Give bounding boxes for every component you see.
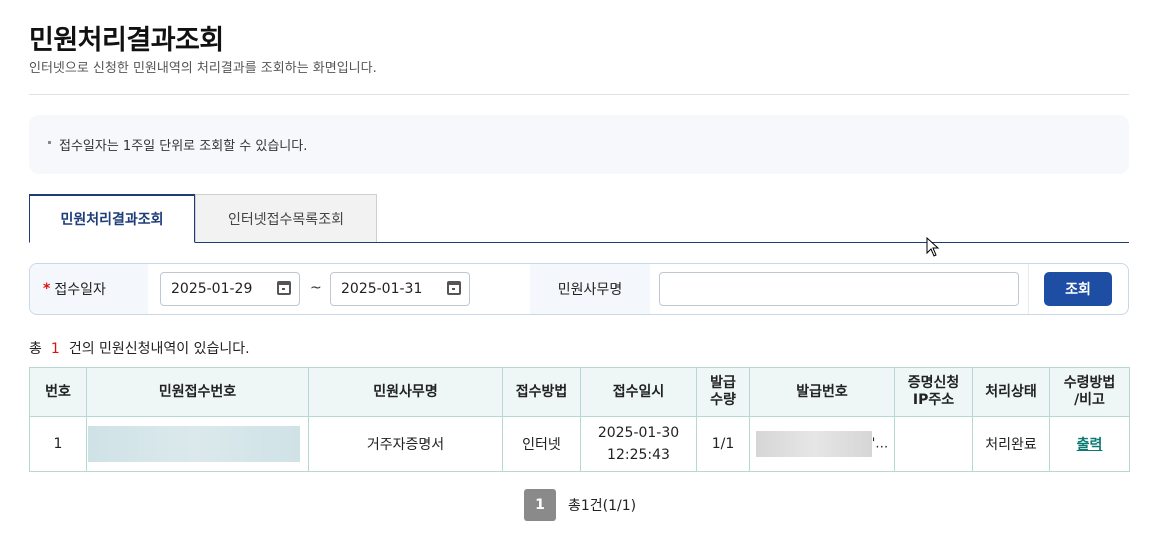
masked-receipt-number [88, 426, 300, 462]
page-description: 인터넷으로 신청한 민원내역의 처리결과를 조회하는 화면입니다. [29, 61, 377, 76]
date-label: * 접수일자 [30, 264, 148, 314]
mouse-cursor-icon [926, 237, 940, 257]
received-time: 12:25:43 [607, 447, 670, 463]
col-received-at: 접수일시 [580, 367, 697, 417]
notice-text: 접수일자는 1주일 단위로 조회할 수 있습니다. [59, 139, 308, 154]
cell-number: 1 [29, 416, 87, 472]
calendar-icon[interactable] [277, 281, 291, 295]
cell-issue-number: '… [749, 416, 895, 472]
cell-action: 출력 [1049, 416, 1130, 472]
col-ip-line1: 증명신청 [907, 375, 960, 391]
cell-method: 인터넷 [502, 416, 581, 472]
date-from-value: 2025-01-29 [171, 281, 253, 297]
required-mark: * [43, 281, 51, 297]
col-office-name: 민원사무명 [308, 367, 503, 417]
col-receipt-number: 민원접수번호 [86, 367, 309, 417]
count-suffix: 건의 민원신청내역이 있습니다. [68, 341, 250, 357]
masked-issue-number [755, 431, 872, 457]
print-link[interactable]: 출력 [1077, 437, 1103, 453]
pagination: 1 총1건(1/1) [524, 489, 636, 521]
cell-office-name: 거주자증명서 [308, 416, 503, 472]
tab-result-inquiry[interactable]: 민원처리결과조회 [29, 194, 195, 243]
calendar-icon[interactable] [447, 281, 461, 295]
col-status: 처리상태 [972, 367, 1050, 417]
issue-number-tail: '… [871, 436, 889, 452]
date-separator: ~ [310, 280, 322, 296]
count-prefix: 총 [29, 341, 42, 357]
col-receive-line1: 수령방법 [1063, 375, 1116, 391]
col-method: 접수방법 [502, 367, 581, 417]
search-button[interactable]: 조회 [1044, 272, 1112, 306]
office-name-label: 민원사무명 [530, 264, 650, 314]
title-divider [29, 94, 1129, 95]
search-form: * 접수일자 2025-01-29 ~ 2025-01-31 민원사무명 조회 [29, 263, 1129, 315]
col-ip-address: 증명신청 IP주소 [894, 367, 973, 417]
result-count: 총 1 건의 민원신청내역이 있습니다. [29, 338, 250, 358]
col-issue-number: 발급번호 [749, 367, 895, 417]
col-receive-method: 수령방법/비고 [1049, 367, 1130, 417]
cell-received-at: 2025-01-30 12:25:43 [580, 416, 697, 472]
page-button-current[interactable]: 1 [524, 489, 556, 521]
cell-issue-qty: 1/1 [696, 416, 750, 472]
date-label-text: 접수일자 [54, 282, 106, 298]
col-ip-line2: IP주소 [912, 392, 955, 408]
result-table: 번호 민원접수번호 민원사무명 접수방법 접수일시 발급 수량 발급번호 증명신청… [29, 367, 1130, 472]
count-number: 1 [50, 341, 60, 357]
page-title: 민원처리결과조회 [29, 25, 224, 56]
bullet-icon [48, 141, 51, 144]
col-issue-qty-line1: 발급 [710, 375, 736, 391]
cell-receipt-number [86, 416, 309, 472]
date-from-input[interactable]: 2025-01-29 [160, 272, 300, 306]
cell-status: 처리완료 [972, 416, 1050, 472]
tab-internet-receipt-list[interactable]: 인터넷접수목록조회 [195, 194, 377, 242]
col-receive-line2: /비고 [1074, 392, 1105, 408]
table-row: 1 거주자증명서 인터넷 2025-01-30 12:25:43 1/1 '… 처… [29, 416, 1130, 472]
cell-ip-address [894, 416, 973, 472]
form-divider [1028, 264, 1029, 314]
date-to-input[interactable]: 2025-01-31 [330, 272, 470, 306]
notice-box: 접수일자는 1주일 단위로 조회할 수 있습니다. [29, 115, 1129, 174]
date-to-value: 2025-01-31 [341, 281, 423, 297]
page-summary: 총1건(1/1) [568, 498, 637, 514]
col-number: 번호 [29, 367, 87, 417]
col-issue-qty-line2: 수량 [710, 392, 736, 408]
office-name-input[interactable] [659, 272, 1019, 306]
received-date: 2025-01-30 [597, 425, 680, 441]
col-issue-qty: 발급 수량 [696, 367, 750, 417]
table-header-row: 번호 민원접수번호 민원사무명 접수방법 접수일시 발급 수량 발급번호 증명신청… [29, 367, 1130, 417]
